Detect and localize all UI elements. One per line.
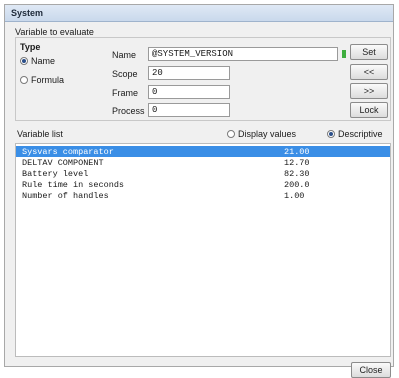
list-item[interactable]: Battery level 82.30 [16, 168, 390, 179]
item-value: 200.0 [284, 180, 310, 190]
frame-field[interactable]: 0 [148, 85, 230, 99]
list-item[interactable]: Sysvars comparator 21.00 [16, 146, 390, 157]
item-name: Sysvars comparator [22, 147, 114, 157]
lock-button[interactable]: Lock [350, 102, 388, 118]
variable-list[interactable]: Sysvars comparator 21.00 DELTAV COMPONEN… [15, 143, 391, 357]
item-name: Battery level [22, 169, 89, 179]
radio-formula-label: Formula [31, 75, 65, 85]
prev-button[interactable]: << [350, 64, 388, 80]
item-name: DELTAV COMPONENT [22, 158, 104, 168]
window-title: System [5, 5, 393, 22]
system-dialog: System Variable to evaluate Type Name Fo… [4, 4, 394, 378]
variable-group: Type Name Formula Name @SYSTEM_VERSION S… [15, 37, 391, 121]
list-item[interactable]: Rule time in seconds 200.0 [16, 179, 390, 190]
type-label: Type [20, 42, 41, 52]
descriptive-radio[interactable] [327, 130, 335, 138]
close-button[interactable]: Close [351, 362, 391, 378]
item-value: 21.00 [284, 147, 310, 157]
item-value: 1.00 [284, 191, 305, 201]
list-label: Variable list [17, 129, 63, 139]
item-name: Rule time in seconds [22, 180, 125, 190]
descriptive-label: Descriptive [338, 129, 383, 139]
item-value: 12.70 [284, 158, 310, 168]
item-name: Number of handles [22, 191, 109, 201]
name-field[interactable]: @SYSTEM_VERSION [148, 47, 338, 61]
scope-label: Scope [112, 69, 138, 79]
scope-field[interactable]: 20 [148, 66, 230, 80]
radio-name[interactable] [20, 57, 28, 65]
process-label: Process [112, 106, 145, 116]
display-values-radio[interactable] [227, 130, 235, 138]
name-label: Name [112, 50, 137, 60]
radio-name-label: Name [31, 56, 56, 66]
set-button[interactable]: Set [350, 44, 388, 60]
list-item[interactable]: DELTAV COMPONENT 12.70 [16, 157, 390, 168]
next-button[interactable]: >> [350, 83, 388, 99]
radio-formula[interactable] [20, 76, 28, 84]
item-value: 82.30 [284, 169, 310, 179]
frame-label: Frame [112, 88, 139, 98]
list-item[interactable]: Number of handles 1.00 [16, 190, 390, 201]
process-field[interactable]: 0 [148, 103, 230, 117]
display-values-label: Display values [238, 129, 297, 139]
group-title: Variable to evaluate [15, 27, 94, 37]
status-indicator [342, 50, 346, 58]
